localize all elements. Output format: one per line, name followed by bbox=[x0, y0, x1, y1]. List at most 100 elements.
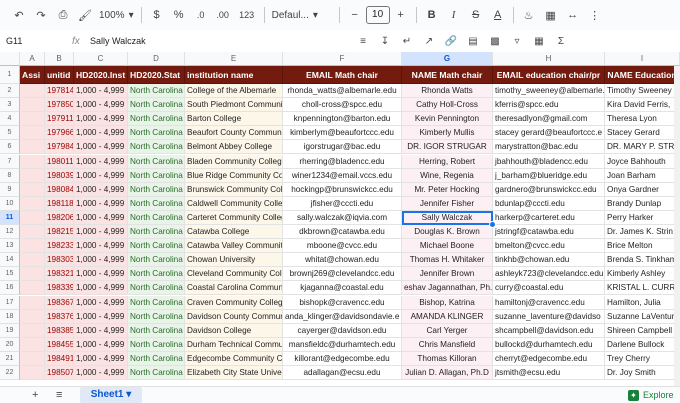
row-header[interactable]: 13 bbox=[0, 239, 20, 254]
row-header[interactable]: 1 bbox=[0, 66, 20, 84]
table-cell[interactable]: Coastal Carolina Communit bbox=[185, 281, 283, 296]
paint-format-icon[interactable]: 🖌 bbox=[74, 4, 96, 26]
table-cell[interactable]: 1,000 - 4,999 bbox=[74, 126, 128, 141]
table-cell[interactable]: 198321 bbox=[45, 267, 74, 282]
column-header-g[interactable]: G bbox=[402, 52, 493, 66]
table-cell[interactable]: Thomas Killoran bbox=[402, 351, 493, 366]
name-box[interactable]: G11 bbox=[0, 36, 66, 46]
table-cell[interactable]: 197814 bbox=[45, 84, 74, 99]
table-cell[interactable]: Theresa Lyon bbox=[605, 112, 680, 127]
table-cell[interactable]: mboone@cvcc.edu bbox=[283, 239, 402, 254]
table-cell[interactable]: Douglas K. Brown bbox=[402, 225, 493, 240]
table-cell[interactable]: Perry Harker bbox=[605, 210, 680, 225]
table-cell[interactable]: Caldwell Community Colleg bbox=[185, 196, 283, 211]
header-cell[interactable]: HD2020.Stat bbox=[128, 66, 185, 84]
selected-cell[interactable]: Sally Walczak bbox=[402, 210, 493, 225]
table-cell[interactable]: ashleyk723@clevelandcc.edu bbox=[493, 267, 605, 282]
table-cell[interactable]: Joan Barham bbox=[605, 168, 680, 183]
table-cell[interactable]: j_barham@blueridge.edu bbox=[493, 168, 605, 183]
merge-cells-icon[interactable]: ↔ bbox=[562, 4, 584, 26]
table-cell[interactable]: jfisher@cccti.edu bbox=[283, 196, 402, 211]
table-cell[interactable] bbox=[20, 196, 45, 211]
percent-format-button[interactable]: % bbox=[168, 4, 190, 26]
table-cell[interactable] bbox=[20, 98, 45, 113]
table-cell[interactable] bbox=[20, 168, 45, 183]
row-header[interactable]: 9 bbox=[0, 182, 20, 197]
table-cell[interactable]: Cathy Holl-Cross bbox=[402, 98, 493, 113]
font-select[interactable]: Defaul... ▾ bbox=[269, 10, 335, 21]
table-cell[interactable]: North Carolina bbox=[128, 239, 185, 254]
print-icon[interactable]: ⎙ bbox=[52, 4, 74, 26]
table-cell[interactable]: choll-cross@spcc.edu bbox=[283, 98, 402, 113]
table-cell[interactable]: winer1234@email.vccs.edu bbox=[283, 168, 402, 183]
table-cell[interactable]: Thomas H. Whitaker bbox=[402, 253, 493, 268]
increase-decimal-button[interactable]: .00 bbox=[212, 4, 234, 26]
table-cell[interactable]: Suzanne LaVentur bbox=[605, 309, 680, 324]
table-cell[interactable]: Carteret Community Colleg bbox=[185, 210, 283, 225]
table-cell[interactable]: 1,000 - 4,999 bbox=[74, 295, 128, 310]
decrease-decimal-button[interactable]: .0 bbox=[190, 4, 212, 26]
row-header[interactable]: 6 bbox=[0, 140, 20, 155]
table-cell[interactable]: DR. IGOR STRUGAR bbox=[402, 140, 493, 155]
table-cell[interactable]: Blue Ridge Community Colle bbox=[185, 168, 283, 183]
table-cell[interactable]: Jennifer Fisher bbox=[402, 196, 493, 211]
table-cell[interactable]: 198507 bbox=[45, 366, 74, 381]
table-cell[interactable] bbox=[20, 351, 45, 366]
table-cell[interactable]: 198303 bbox=[45, 253, 74, 268]
filter-icon[interactable]: ▿ bbox=[506, 30, 528, 52]
table-cell[interactable]: hamiltonj@cravencc.edu bbox=[493, 295, 605, 310]
table-cell[interactable] bbox=[20, 126, 45, 141]
table-cell[interactable]: Trey Cherry bbox=[605, 351, 680, 366]
table-cell[interactable]: 198039 bbox=[45, 168, 74, 183]
table-cell[interactable] bbox=[20, 295, 45, 310]
table-cell[interactable]: Wine, Regenia bbox=[402, 168, 493, 183]
table-cell[interactable]: Julian D. Allagan, Ph.D bbox=[402, 366, 493, 381]
table-cell[interactable] bbox=[20, 112, 45, 127]
table-cell[interactable]: Catawba College bbox=[185, 225, 283, 240]
table-cell[interactable]: Kevin Pennington bbox=[402, 112, 493, 127]
table-cell[interactable]: Kimberly Mullis bbox=[402, 126, 493, 141]
functions-icon[interactable]: Σ bbox=[550, 30, 572, 52]
table-cell[interactable]: kjaganna@coastal.edu bbox=[283, 281, 402, 296]
table-cell[interactable]: Edgecombe Community Coll bbox=[185, 351, 283, 366]
table-cell[interactable]: 1,000 - 4,999 bbox=[74, 182, 128, 197]
table-cell[interactable] bbox=[20, 309, 45, 324]
table-cell[interactable]: Bladen Community College bbox=[185, 154, 283, 169]
table-cell[interactable]: 1,000 - 4,999 bbox=[74, 140, 128, 155]
table-cell[interactable]: Michael Boone bbox=[402, 239, 493, 254]
table-cell[interactable] bbox=[20, 154, 45, 169]
table-cell[interactable]: 1,000 - 4,999 bbox=[74, 210, 128, 225]
insert-comment-icon[interactable]: ▤ bbox=[462, 30, 484, 52]
table-cell[interactable]: Brice Melton bbox=[605, 239, 680, 254]
row-header[interactable]: 11 bbox=[0, 210, 20, 225]
table-cell[interactable]: 1,000 - 4,999 bbox=[74, 366, 128, 381]
table-cell[interactable]: Mr. Peter Hocking bbox=[402, 182, 493, 197]
header-cell[interactable]: NAME Education bbox=[605, 66, 680, 84]
row-header[interactable]: 21 bbox=[0, 351, 20, 366]
table-cell[interactable]: 1,000 - 4,999 bbox=[74, 337, 128, 352]
table-cell[interactable]: dkbrown@catawba.edu bbox=[283, 225, 402, 240]
table-cell[interactable]: 198376 bbox=[45, 309, 74, 324]
table-cell[interactable]: North Carolina bbox=[128, 337, 185, 352]
italic-button[interactable]: I bbox=[443, 4, 465, 26]
select-all-corner[interactable] bbox=[0, 52, 20, 66]
table-cell[interactable]: 1,000 - 4,999 bbox=[74, 196, 128, 211]
redo-icon[interactable]: ↷ bbox=[30, 4, 52, 26]
table-cell[interactable]: Joyce Bahhouth bbox=[605, 154, 680, 169]
table-cell[interactable]: 198385 bbox=[45, 323, 74, 338]
table-cell[interactable]: 198011 bbox=[45, 154, 74, 169]
table-cell[interactable]: 198118 bbox=[45, 196, 74, 211]
borders-icon[interactable]: ▦ bbox=[540, 4, 562, 26]
row-header[interactable]: 16 bbox=[0, 281, 20, 296]
column-header-h[interactable]: H bbox=[493, 52, 605, 66]
row-header[interactable]: 18 bbox=[0, 309, 20, 324]
table-cell[interactable]: 198491 bbox=[45, 351, 74, 366]
table-cell[interactable]: hockingp@brunswickcc.edu bbox=[283, 182, 402, 197]
table-cell[interactable] bbox=[20, 323, 45, 338]
table-cell[interactable]: suzanne_laventure@davidso bbox=[493, 309, 605, 324]
more-options-icon[interactable]: ⋮ bbox=[584, 4, 606, 26]
font-size-input[interactable]: 10 bbox=[365, 6, 390, 24]
table-cell[interactable]: 197984 bbox=[45, 140, 74, 155]
formula-input[interactable]: Sally Walczak bbox=[90, 36, 146, 46]
table-cell[interactable]: Beaufort County Communit bbox=[185, 126, 283, 141]
